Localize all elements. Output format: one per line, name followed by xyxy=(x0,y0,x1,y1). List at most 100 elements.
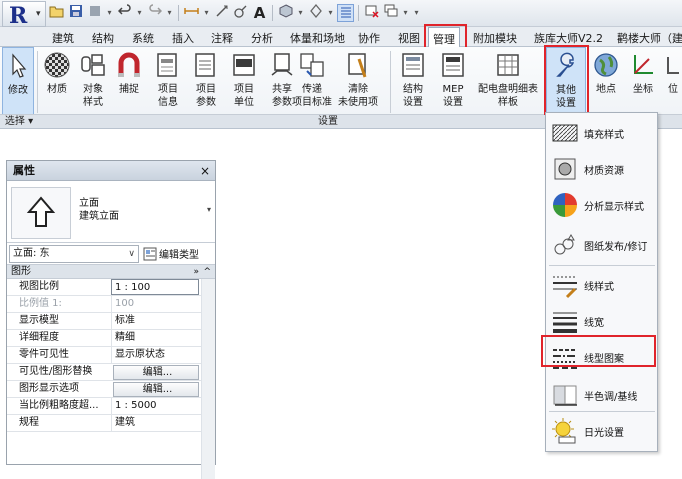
property-key: 零件可见性 xyxy=(19,349,69,360)
graphics-group-header[interactable]: 图形 » ^ xyxy=(7,265,215,279)
line-styles-icon xyxy=(553,276,577,299)
structural-settings-button[interactable]: 结构 设置 xyxy=(394,47,432,115)
snaps-button[interactable]: 捕捉 xyxy=(112,47,146,115)
app-menu-button[interactable]: R ▾ xyxy=(2,1,46,29)
mep-settings-icon xyxy=(442,53,464,77)
toolbar-divider xyxy=(272,5,273,21)
tab-analyze[interactable]: 分析 xyxy=(251,30,273,46)
property-key: 规程 xyxy=(19,417,39,428)
menu-item-line-styles[interactable]: 线样式 xyxy=(546,267,657,303)
edit-type-icon xyxy=(143,247,157,260)
redo-dropdown-icon[interactable]: ▾ xyxy=(165,4,174,22)
coordinates-button[interactable]: 坐标 xyxy=(626,47,660,115)
detail-level-field[interactable]: 精细 xyxy=(111,330,199,346)
open-icon[interactable] xyxy=(48,4,65,22)
tab-annotate[interactable]: 注释 xyxy=(211,30,233,46)
tab-family-library[interactable]: 族库大师V2.2 xyxy=(534,30,603,46)
purge-unused-button[interactable]: 清除 未使用项 xyxy=(336,47,380,115)
tab-architecture[interactable]: 建筑 xyxy=(52,30,74,46)
instance-filter-select[interactable]: 立面: 东 ∨ xyxy=(9,245,139,263)
text-icon[interactable]: A xyxy=(251,4,268,22)
menu-divider xyxy=(549,265,655,266)
view-scale-field[interactable]: 1 : 100 xyxy=(111,279,199,295)
coarse-scale-field[interactable]: 1 : 5000 xyxy=(111,398,199,414)
tab-systems[interactable]: 系统 xyxy=(132,30,154,46)
panel-schedule-icon xyxy=(497,54,519,76)
project-parameters-button[interactable]: 项目 参数 xyxy=(188,47,224,115)
section-dropdown-icon[interactable]: ▾ xyxy=(326,4,335,22)
menu-item-label: 分析显示样式 xyxy=(584,202,644,213)
graphic-display-options-edit-button[interactable]: 编辑... xyxy=(113,382,199,397)
panel-schedule-templates-button[interactable]: 配电盘明细表 样板 xyxy=(476,47,540,115)
materials-label: 材质 xyxy=(47,84,67,95)
section-icon[interactable] xyxy=(307,3,324,22)
tab-insert[interactable]: 插入 xyxy=(172,30,194,46)
undo-dropdown-icon[interactable]: ▾ xyxy=(135,4,144,22)
thin-lines-icon[interactable] xyxy=(337,4,354,22)
menu-item-analysis-display-styles[interactable]: 分析显示样式 xyxy=(546,187,657,223)
toolbar-divider xyxy=(358,5,359,21)
visibility-graphics-edit-button[interactable]: 编辑... xyxy=(113,365,199,380)
transfer-project-standards-button[interactable]: 传递 项目标准 xyxy=(290,47,334,115)
project-information-button[interactable]: 项目 信息 xyxy=(150,47,186,115)
collapse-icon[interactable]: » xyxy=(193,265,199,279)
menu-item-material-assets[interactable]: 材质资源 xyxy=(546,151,657,187)
select-panel-label[interactable]: 选择 ▾ xyxy=(0,114,38,128)
modify-button[interactable]: 修改 xyxy=(2,47,34,115)
save-icon[interactable] xyxy=(67,4,84,22)
panel-schedule-templates-label: 配电盘明细表 样板 xyxy=(478,84,538,108)
switch-windows-dropdown-icon[interactable]: ▾ xyxy=(401,4,410,22)
tab-add-ins[interactable]: 附加模块 xyxy=(473,30,517,46)
tag-icon[interactable] xyxy=(232,4,249,22)
menu-item-fill-patterns[interactable]: 填充样式 xyxy=(546,115,657,151)
discipline-field[interactable]: 建筑 xyxy=(111,415,199,431)
position-button[interactable]: 位 xyxy=(664,47,682,115)
measure-icon[interactable] xyxy=(183,4,200,22)
tab-plugin-master[interactable]: 鹳楼大师（建 xyxy=(617,30,682,46)
parts-visibility-field[interactable]: 显示原状态 xyxy=(111,347,199,363)
property-key: 视图比例 xyxy=(19,281,59,292)
aligned-dimension-icon[interactable] xyxy=(213,4,230,22)
tab-structure[interactable]: 结构 xyxy=(92,30,114,46)
sync-dropdown-icon[interactable]: ▾ xyxy=(105,4,114,22)
redo-icon[interactable] xyxy=(146,4,163,22)
line-weights-icon xyxy=(553,312,577,333)
customize-toolbar-icon[interactable]: ▾ xyxy=(412,4,421,22)
close-hidden-windows-icon[interactable] xyxy=(363,4,380,22)
location-button[interactable]: 地点 xyxy=(590,47,622,115)
scroll-up-icon[interactable]: ^ xyxy=(203,265,211,279)
type-selector[interactable]: 立面 建筑立面 ▾ xyxy=(7,181,215,243)
property-row: 图形显示选项 编辑... xyxy=(7,381,215,398)
analysis-display-icon xyxy=(553,193,577,217)
display-model-field[interactable]: 标准 xyxy=(111,313,199,329)
project-units-button[interactable]: 项目 单位 xyxy=(226,47,262,115)
property-row: 详细程度 精细 xyxy=(7,330,215,347)
close-icon[interactable]: × xyxy=(200,161,210,181)
measure-dropdown-icon[interactable]: ▾ xyxy=(202,4,211,22)
sync-icon[interactable] xyxy=(86,4,103,22)
property-key: 详细程度 xyxy=(19,332,59,343)
project-info-icon xyxy=(157,53,177,77)
undo-icon[interactable] xyxy=(116,4,133,22)
properties-scrollbar[interactable] xyxy=(201,279,215,479)
menu-item-line-weights[interactable]: 线宽 xyxy=(546,303,657,339)
menu-item-sheet-issues[interactable]: 图纸发布/修订 xyxy=(546,227,657,263)
3d-view-dropdown-icon[interactable]: ▾ xyxy=(296,4,305,22)
menu-item-halftone-underlay[interactable]: 半色调/基线 xyxy=(546,377,657,413)
switch-windows-icon[interactable] xyxy=(382,4,399,22)
additional-settings-menu: 填充样式 材质资源 分析显示样式 图纸发布/修订 线样式 线宽 线型图案 半色调… xyxy=(545,112,658,452)
property-row: 显示模型 标准 xyxy=(7,313,215,330)
object-styles-button[interactable]: 对象 样式 xyxy=(76,47,110,115)
mep-settings-button[interactable]: MEP 设置 xyxy=(434,47,472,115)
menu-item-sun-settings[interactable]: 日光设置 xyxy=(546,413,657,449)
tab-massing-site[interactable]: 体量和场地 xyxy=(290,30,345,46)
materials-button[interactable]: 材质 xyxy=(40,47,74,115)
3d-view-icon[interactable] xyxy=(277,4,294,22)
tab-view[interactable]: 视图 xyxy=(398,30,420,46)
property-row: 比例值 1: 100 xyxy=(7,296,215,313)
position-label: 位 xyxy=(668,84,678,95)
tab-collaborate[interactable]: 协作 xyxy=(358,30,380,46)
property-key: 显示模型 xyxy=(19,315,59,326)
property-row: 可见性/图形替换 编辑... xyxy=(7,364,215,381)
edit-type-button[interactable]: 编辑类型 xyxy=(143,246,199,261)
